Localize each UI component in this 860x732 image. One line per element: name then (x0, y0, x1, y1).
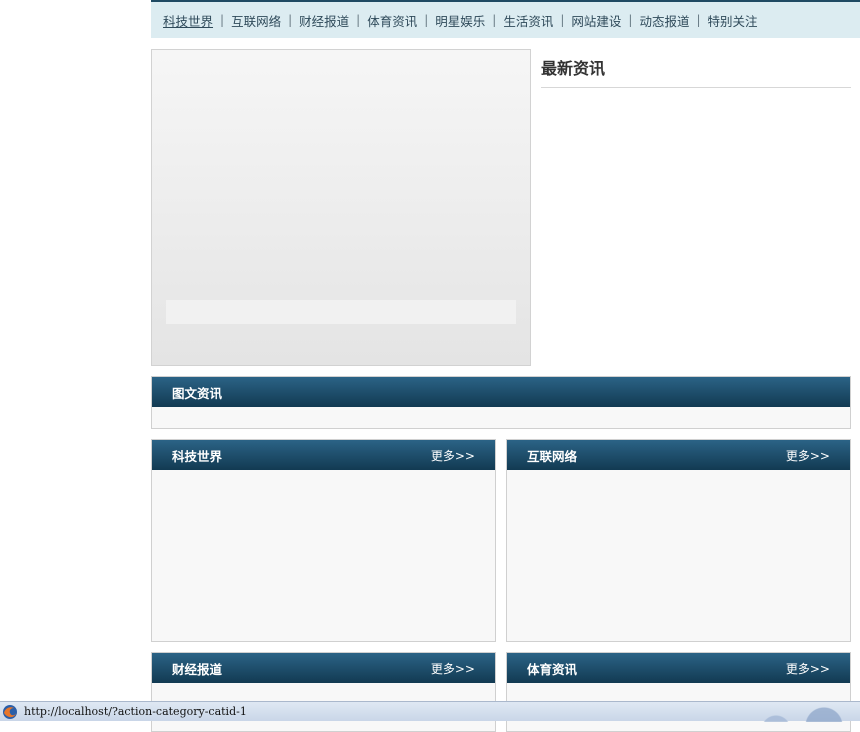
nav-separator: | (560, 13, 565, 27)
nav-link[interactable]: 动态报道 (639, 11, 689, 30)
nav-item: | 网站建设 (553, 11, 621, 30)
image-news-header: 图文资讯 (152, 377, 850, 407)
slideshow[interactable] (151, 49, 531, 366)
latest-news: 最新资讯 (541, 49, 851, 88)
status-url: http://localhost/?action-category-catid-… (24, 705, 247, 718)
tech-header: 科技世界 更多>> (152, 440, 495, 470)
nav-separator: | (288, 13, 293, 27)
nav-item: | 动态报道 (621, 11, 689, 30)
firefox-icon (3, 704, 17, 719)
finance-more-link[interactable]: 更多>> (431, 660, 475, 677)
nav-item: | 生活资讯 (485, 11, 553, 30)
nav-separator: | (696, 13, 701, 27)
nav-separator: | (356, 13, 361, 27)
nav-separator: | (220, 13, 225, 27)
nav-link[interactable]: 特别关注 (708, 11, 758, 30)
nav-link[interactable]: 体育资讯 (367, 11, 417, 30)
status-decoration (740, 702, 860, 722)
internet-section: 互联网络 更多>> (506, 439, 851, 642)
nav-item: | 特别关注 (689, 11, 757, 30)
nav-item: 科技世界 (163, 11, 213, 30)
finance-title: 财经报道 (172, 661, 223, 677)
tech-section: 科技世界 更多>> (151, 439, 496, 642)
nav-separator: | (492, 13, 497, 27)
nav-list: 科技世界 | 互联网络 | 财经报道 | 体育资讯 | 明星娱乐 | 生活资讯 | 网站建设 | 动态报道 |… (151, 2, 860, 38)
browser-status-bar: http://localhost/?action-category-catid-… (0, 701, 860, 722)
image-news-title: 图文资讯 (172, 385, 223, 401)
nav-link[interactable]: 明星娱乐 (435, 11, 485, 30)
latest-news-title: 最新资讯 (541, 49, 851, 88)
nav-link[interactable]: 科技世界 (163, 11, 213, 30)
internet-header: 互联网络 更多>> (507, 440, 850, 470)
nav-separator: | (424, 13, 429, 27)
nav-link[interactable]: 互联网络 (231, 11, 281, 30)
top-navigation: 科技世界 | 互联网络 | 财经报道 | 体育资讯 | 明星娱乐 | 生活资讯 | 网站建设 | 动态报道 |… (151, 0, 860, 38)
nav-item: | 明星娱乐 (417, 11, 485, 30)
internet-title: 互联网络 (527, 448, 578, 464)
page-wrapper: 科技世界 | 互联网络 | 财经报道 | 体育资讯 | 明星娱乐 | 生活资讯 | 网站建设 | 动态报道 |… (151, 0, 860, 732)
tech-title: 科技世界 (172, 448, 223, 464)
nav-separator: | (628, 13, 633, 27)
nav-item: | 互联网络 (213, 11, 281, 30)
nav-link[interactable]: 生活资讯 (503, 11, 553, 30)
nav-link[interactable]: 财经报道 (299, 11, 349, 30)
finance-header: 财经报道 更多>> (152, 653, 495, 683)
sports-header: 体育资讯 更多>> (507, 653, 850, 683)
nav-link[interactable]: 网站建设 (571, 11, 621, 30)
nav-item: | 体育资讯 (349, 11, 417, 30)
sports-title: 体育资讯 (527, 661, 578, 677)
slideshow-caption (166, 300, 516, 324)
nav-item: | 财经报道 (281, 11, 349, 30)
image-news-section: 图文资讯 (151, 376, 851, 429)
sports-more-link[interactable]: 更多>> (786, 660, 830, 677)
tech-more-link[interactable]: 更多>> (431, 447, 475, 464)
internet-more-link[interactable]: 更多>> (786, 447, 830, 464)
